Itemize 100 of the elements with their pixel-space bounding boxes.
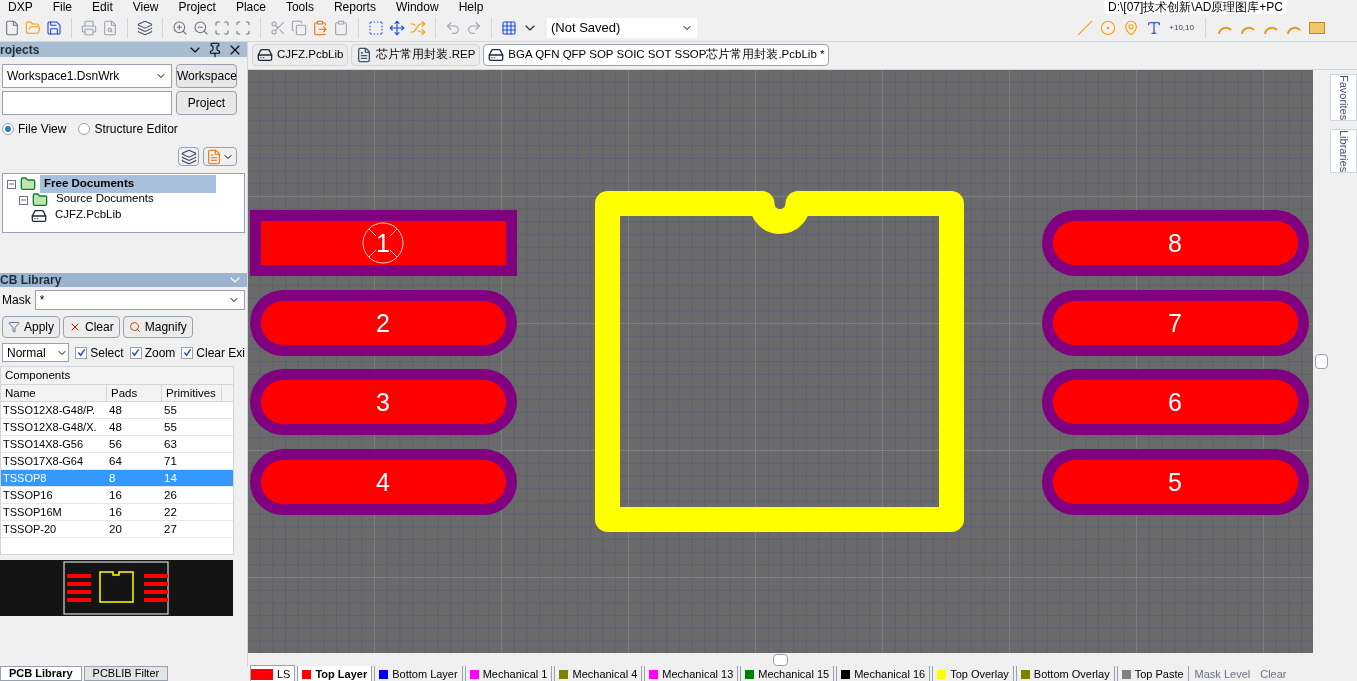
pad-number: 4 — [376, 468, 390, 496]
menu-item[interactable]: Tools — [285, 0, 314, 14]
print-preview-icon[interactable] — [102, 19, 118, 36]
table-cell-text: 14 — [163, 471, 178, 486]
document-tab[interactable]: BGA QFN QFP SOP SOIC SOT SSOP芯片常用封装.PcbLib * — [483, 44, 830, 66]
column-header[interactable]: Pads — [107, 385, 162, 401]
printer-icon[interactable] — [81, 19, 97, 36]
layer-tab[interactable]: Mechanical 15 — [740, 665, 835, 681]
zoom-area-icon[interactable] — [235, 19, 251, 36]
document-tab[interactable]: CJFZ.PcbLib — [252, 44, 349, 66]
checkbox[interactable] — [75, 346, 88, 359]
table-row[interactable]: TSSOP16 16 26 — [1, 487, 233, 504]
layer-tab[interactable]: Mechanical 1 — [464, 665, 553, 681]
pad-icon[interactable] — [1100, 19, 1117, 36]
document-icon — [356, 47, 373, 63]
panel-title: rojects — [0, 41, 40, 59]
library-file-icon — [257, 47, 273, 63]
scissors-icon[interactable] — [270, 19, 286, 36]
tree-item[interactable]: Free Documents — [40, 175, 216, 193]
checkbox[interactable] — [129, 346, 142, 359]
menu-item[interactable]: View — [132, 0, 159, 14]
document-tab[interactable]: 芯片常用封装.REP — [351, 44, 481, 66]
filter-button[interactable]: Magnify — [122, 316, 193, 338]
mask-field[interactable]: * — [34, 290, 245, 310]
menu-item[interactable]: DXP — [8, 0, 33, 14]
fill-icon[interactable] — [1309, 21, 1325, 34]
undo-icon[interactable] — [445, 19, 461, 36]
open-folder-icon[interactable] — [25, 19, 41, 36]
table-row[interactable]: TSSOP16M 16 22 — [1, 504, 233, 521]
panel-tab[interactable]: PCB Library — [0, 666, 82, 681]
menu-item[interactable]: Reports — [333, 0, 376, 14]
checkbox-label[interactable]: Clear Exi — [196, 343, 245, 362]
collapse-icon[interactable] — [19, 195, 28, 205]
clipboard-icon[interactable] — [333, 19, 349, 36]
project-button[interactable]: Project — [176, 91, 237, 115]
fit-view-icon[interactable] — [214, 19, 230, 36]
document-icon[interactable] — [206, 148, 222, 165]
coordinate-button[interactable]: +10,10 — [1169, 21, 1194, 34]
column-header[interactable]: Name — [1, 385, 107, 401]
save-icon[interactable] — [46, 19, 62, 36]
pad-number: 1 — [376, 229, 390, 257]
text-tool-icon[interactable] — [1146, 19, 1163, 36]
new-file-icon[interactable] — [4, 19, 20, 36]
table-row[interactable]: TSSO12X8-G48/P. 48 55 — [1, 402, 233, 419]
workspace-button[interactable]: Workspace — [176, 64, 237, 88]
table-cell-text: TSSOP16 — [2, 488, 54, 503]
side-tab[interactable]: Libraries — [1330, 129, 1357, 174]
copy-icon[interactable] — [291, 19, 307, 36]
layer-tab[interactable]: Bottom Overlay — [1015, 665, 1115, 681]
menu-item[interactable]: Project — [178, 0, 216, 14]
menu-item[interactable]: Edit — [92, 0, 113, 14]
table-row[interactable]: TSSO14X8-G56 56 63 — [1, 436, 233, 453]
line-icon[interactable] — [1077, 19, 1094, 36]
table-row[interactable]: TSSO12X8-G48/X. 48 55 — [1, 419, 233, 436]
table-row[interactable]: TSSOP-20 20 27 — [1, 521, 233, 538]
menu-item[interactable]: Place — [235, 0, 266, 14]
checkbox-label[interactable]: Select — [90, 343, 124, 362]
layer-tab[interactable]: Mechanical 4 — [554, 665, 643, 681]
mask-level-button[interactable]: Mask Level — [1190, 665, 1255, 681]
grid-icon[interactable] — [501, 19, 517, 36]
cross-select-icon[interactable] — [410, 19, 426, 36]
mode-dropdown[interactable]: Normal — [2, 343, 70, 362]
library-file-icon — [31, 208, 47, 224]
project-field[interactable] — [2, 91, 172, 115]
panel-tab[interactable]: PCBLIB Filter — [83, 666, 169, 681]
radio-label[interactable]: File View — [18, 120, 67, 138]
column-header[interactable]: Primitives — [162, 385, 222, 401]
layers-icon[interactable] — [137, 19, 153, 36]
menu-item[interactable]: File — [52, 0, 73, 14]
radio-button[interactable] — [78, 123, 91, 135]
zoom-out-icon[interactable] — [193, 19, 209, 36]
layer-tab[interactable]: Top Overlay — [932, 665, 1014, 681]
side-tab[interactable]: Favorites — [1330, 74, 1357, 122]
paste-icon[interactable] — [312, 19, 328, 36]
radio-label[interactable]: Structure Editor — [94, 120, 178, 138]
workspace-dropdown[interactable]: Workspace1.DsnWrk — [2, 64, 172, 88]
redo-icon[interactable] — [466, 19, 482, 36]
menu-item[interactable]: Window — [395, 0, 439, 14]
layer-tab[interactable]: Mechanical 16 — [836, 665, 931, 681]
pin-marker-icon — [362, 222, 404, 264]
via-icon[interactable] — [1123, 19, 1140, 36]
table-cell-text: 16 — [108, 488, 123, 503]
table-cell-text: 20 — [108, 522, 123, 537]
checkbox[interactable] — [181, 346, 194, 359]
pin-icon[interactable] — [207, 41, 223, 58]
radio-button[interactable] — [2, 123, 14, 135]
checkbox-label[interactable]: Zoom — [144, 343, 176, 362]
layer-tab[interactable]: Top Paste — [1116, 665, 1189, 681]
layer-tab[interactable]: Bottom Layer — [374, 665, 463, 681]
collapse-icon[interactable] — [7, 179, 16, 189]
menu-item[interactable]: Help — [458, 0, 484, 14]
filter-button[interactable]: Clear — [63, 316, 120, 338]
view-dropdown[interactable]: (Not Saved) — [547, 17, 697, 38]
move-icon[interactable] — [389, 19, 405, 36]
zoom-in-icon[interactable] — [172, 19, 188, 36]
select-area-icon[interactable] — [368, 19, 384, 36]
clear-button[interactable]: Clear — [1256, 665, 1291, 681]
filter-button[interactable]: Apply — [2, 316, 61, 338]
pcb-canvas[interactable]: 1 2 3 4 8 7 6 5 — [248, 70, 1313, 653]
layer-tab[interactable]: Mechanical 13 — [644, 665, 739, 681]
